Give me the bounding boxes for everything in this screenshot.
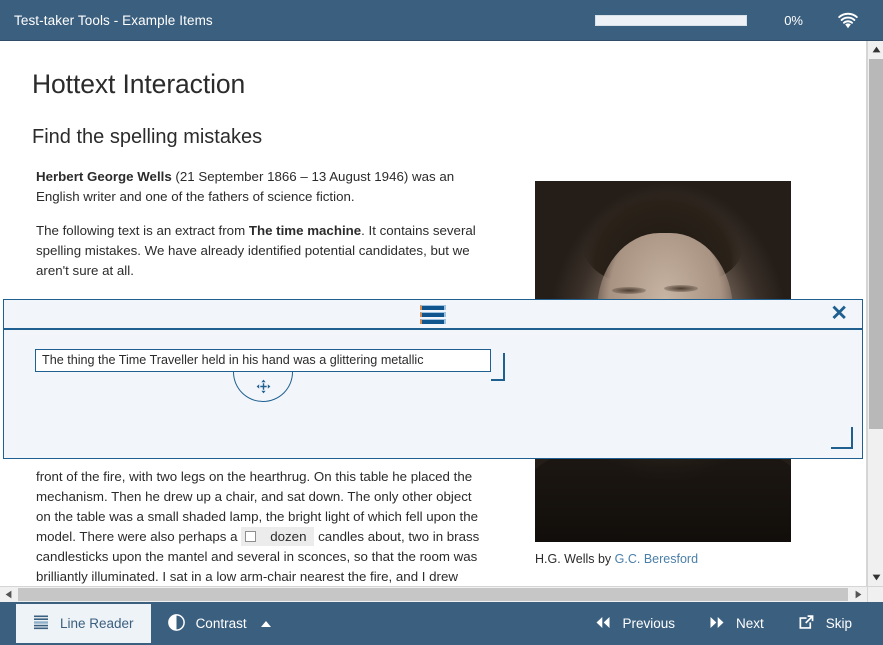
skip-button[interactable]: Skip xyxy=(781,602,869,645)
vertical-scrollbar-thumb[interactable] xyxy=(869,59,883,429)
double-chevron-left-icon xyxy=(595,616,611,632)
line-reader-icon xyxy=(33,614,49,633)
line-reader-window-resize-handle-icon[interactable] xyxy=(491,353,505,381)
horizontal-scrollbar[interactable] xyxy=(0,586,867,602)
next-button-label: Next xyxy=(736,616,764,631)
portrait-brow-left xyxy=(612,287,646,294)
next-button[interactable]: Next xyxy=(692,602,781,645)
horizontal-scrollbar-thumb[interactable] xyxy=(18,588,848,601)
contrast-icon xyxy=(168,614,185,634)
progress-bar xyxy=(595,15,747,26)
external-link-icon xyxy=(798,614,815,633)
app-header: Test-taker Tools - Example Items 0% xyxy=(0,0,883,41)
contrast-button-label: Contrast xyxy=(196,616,247,631)
line-reader-resize-handle-icon[interactable] xyxy=(831,427,853,449)
bottom-toolbar: Line Reader Contrast Previous xyxy=(0,602,883,645)
line-reader-body: The thing the Time Traveller held in his… xyxy=(4,330,862,458)
figure-caption: H.G. Wells by G.C. Beresford xyxy=(535,552,791,566)
test-taker-tools-app: Test-taker Tools - Example Items 0% Hott… xyxy=(0,0,883,645)
scrollbar-corner xyxy=(867,586,883,602)
previous-button-label: Previous xyxy=(622,616,675,631)
vertical-scrollbar[interactable] xyxy=(867,41,883,586)
double-chevron-right-icon xyxy=(709,616,725,632)
skip-button-label: Skip xyxy=(826,616,852,631)
contrast-button[interactable]: Contrast xyxy=(151,602,288,645)
hamburger-bar-2 xyxy=(420,312,446,317)
scroll-down-arrow-icon[interactable] xyxy=(868,569,883,586)
book-title: The time machine xyxy=(249,223,361,238)
move-icon[interactable] xyxy=(233,372,293,402)
hamburger-icon[interactable] xyxy=(420,305,446,324)
chevron-up-icon xyxy=(261,621,271,627)
caption-text: H.G. Wells by xyxy=(535,552,615,566)
line-reader-button[interactable]: Line Reader xyxy=(16,604,151,643)
hottext-checkbox-icon[interactable] xyxy=(245,531,256,542)
toolbar-navigation-group: Previous Next Skip xyxy=(578,602,869,645)
paragraph-extract: front of the fire, with two legs on the … xyxy=(36,467,482,586)
line-reader-overlay[interactable]: ✕ The thing the Time Traveller held in h… xyxy=(3,299,863,459)
line-reader-header: ✕ xyxy=(4,300,862,330)
page-title-header: Test-taker Tools - Example Items xyxy=(14,13,213,28)
line-reader-button-label: Line Reader xyxy=(60,616,134,631)
scroll-left-arrow-icon[interactable] xyxy=(0,587,17,602)
hottext-dozen[interactable]: dozen xyxy=(241,527,314,546)
header-right-group: 0% xyxy=(595,11,859,29)
item-subtitle: Find the spelling mistakes xyxy=(32,126,836,149)
caption-link-photographer[interactable]: G.C. Beresford xyxy=(615,552,698,566)
paragraph-instructions: The following text is an extract from Th… xyxy=(36,221,482,281)
previous-button[interactable]: Previous xyxy=(578,602,692,645)
instructions-part-a: The following text is an extract from xyxy=(36,223,249,238)
item-title: Hottext Interaction xyxy=(32,69,836,100)
author-name: Herbert George Wells xyxy=(36,169,172,184)
hamburger-bar-1 xyxy=(420,305,446,310)
scroll-up-arrow-icon[interactable] xyxy=(868,41,883,58)
line-reader-text-window[interactable]: The thing the Time Traveller held in his… xyxy=(35,349,491,372)
progress-percent-label: 0% xyxy=(769,13,803,28)
hottext-label: dozen xyxy=(270,529,306,544)
portrait-brow-right xyxy=(664,285,698,292)
hamburger-bar-3 xyxy=(420,319,446,324)
paragraph-bio: Herbert George Wells (21 September 1866 … xyxy=(36,167,482,207)
scroll-right-arrow-icon[interactable] xyxy=(850,587,867,602)
wifi-icon xyxy=(837,11,859,29)
close-icon[interactable]: ✕ xyxy=(830,303,848,325)
